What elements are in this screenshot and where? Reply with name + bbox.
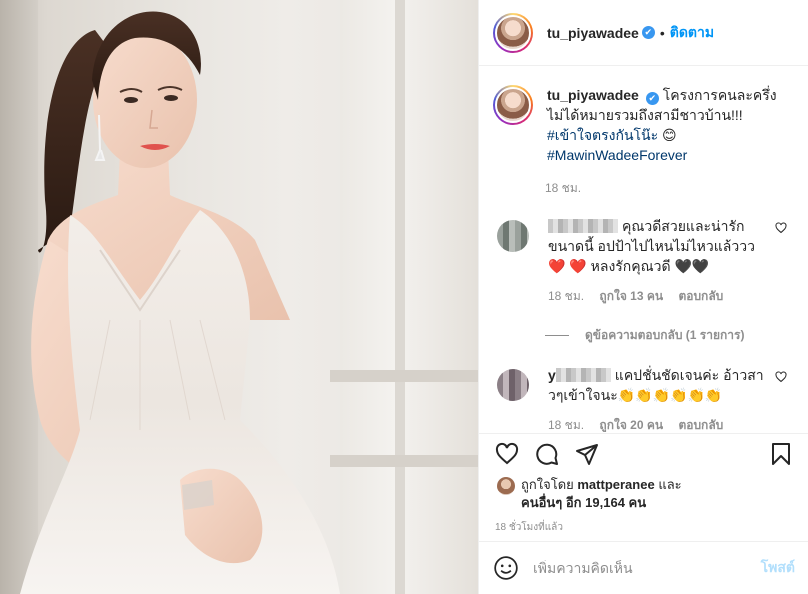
- comment-likes[interactable]: ถูกใจ 13 คน: [599, 289, 663, 303]
- post-actions: ถูกใจโดย mattperanee และ คนอื่นๆ อีก 19,…: [479, 433, 808, 535]
- separator-dot: •: [659, 24, 665, 41]
- emoji-icon[interactable]: [493, 555, 519, 581]
- blurred-username[interactable]: [555, 368, 611, 382]
- comment-icon[interactable]: [535, 442, 559, 466]
- caption-author-avatar[interactable]: [493, 85, 533, 125]
- post-header: tu_piyawadee ✔ • ติดตาม: [479, 0, 808, 66]
- post-timestamp[interactable]: 18 ชั่วโมงที่แล้ว: [495, 520, 793, 535]
- comment-input[interactable]: [533, 560, 761, 576]
- liker-username[interactable]: mattperanee: [577, 477, 654, 492]
- reply-button[interactable]: ตอบกลับ: [678, 289, 723, 303]
- post-photo[interactable]: [0, 0, 478, 594]
- woman-in-white-gown-illustration: [20, 11, 340, 594]
- caption-username[interactable]: tu_piyawadee: [547, 87, 639, 103]
- caption-timestamp[interactable]: 18 ชม.: [545, 179, 808, 198]
- commenter-avatar-blurred[interactable]: [497, 369, 529, 401]
- comments-list[interactable]: tu_piyawadee ✔ โครงการคนละครึ่ง ไม่ได้หมา…: [479, 67, 808, 432]
- share-icon[interactable]: [575, 442, 599, 466]
- likes-summary: ถูกใจโดย mattperanee และ คนอื่นๆ อีก 19,…: [495, 476, 793, 512]
- post-side-panel: tu_piyawadee ✔ • ติดตาม tu_piyawadee ✔ โค…: [478, 0, 808, 594]
- comment-time[interactable]: 18 ชม.: [548, 289, 584, 303]
- instagram-post-window: tu_piyawadee ✔ • ติดตาม tu_piyawadee ✔ โค…: [0, 0, 808, 594]
- follow-button[interactable]: ติดตาม: [670, 22, 714, 44]
- add-comment-bar: โพสต์: [479, 541, 808, 594]
- heart-icon[interactable]: [495, 442, 519, 466]
- caption-text: tu_piyawadee ✔ โครงการคนละครึ่ง ไม่ได้หมา…: [547, 85, 777, 165]
- comment-like-heart-icon[interactable]: [775, 371, 787, 383]
- verified-badge-icon: ✔: [641, 26, 655, 39]
- commenter-avatar-blurred[interactable]: [497, 220, 529, 252]
- hashtag-link[interactable]: #เข้าใจตรงกันโน๊ะ: [547, 127, 658, 143]
- replies-divider-line: [545, 335, 569, 336]
- liker-avatar[interactable]: [497, 477, 515, 495]
- reply-button[interactable]: ตอบกลับ: [678, 418, 723, 432]
- post-comment-button[interactable]: โพสต์: [761, 557, 795, 579]
- comment-meta: 18 ชม. ถูกใจ 13 คน ตอบกลับ: [548, 286, 770, 306]
- comment-item: คุณวดีสวยและน่ารักขนาดนี้ อปป้าไปไหนไม่ไ…: [479, 216, 808, 306]
- comment-meta: 18 ชม. ถูกใจ 20 คน ตอบกลับ: [548, 415, 770, 432]
- others-likes-link[interactable]: คนอื่นๆ อีก 19,164 คน: [521, 495, 646, 510]
- blurred-username[interactable]: [548, 219, 618, 233]
- comment-time[interactable]: 18 ชม.: [548, 418, 584, 432]
- hashtag-link[interactable]: #MawinWadeeForever: [547, 147, 687, 163]
- post-caption: tu_piyawadee ✔ โครงการคนละครึ่ง ไม่ได้หมา…: [479, 67, 808, 165]
- clap-emojis: 👏👏👏👏👏👏: [617, 387, 723, 403]
- action-bar: [495, 434, 793, 474]
- comment-likes[interactable]: ถูกใจ 20 คน: [599, 418, 663, 432]
- comment-like-heart-icon[interactable]: [775, 222, 787, 234]
- author-avatar[interactable]: [493, 12, 533, 53]
- comment-text: คุณวดีสวยและน่ารักขนาดนี้ อปป้าไปไหนไม่ไ…: [548, 218, 755, 254]
- smile-emoji: 😊: [662, 127, 677, 143]
- verified-badge-icon: ✔: [645, 92, 659, 105]
- comment-text-line2: ❤️ ❤️ หลงรักคุณวดี 🖤🖤: [548, 258, 710, 274]
- comment-text: y แคปชั่นชัดเจนค่ะ อ้าวสาวๆเข้าใจนะ👏👏👏👏👏👏: [548, 367, 764, 403]
- comment-item: y แคปชั่นชัดเจนค่ะ อ้าวสาวๆเข้าใจนะ👏👏👏👏👏👏…: [479, 365, 808, 432]
- view-replies-button[interactable]: ดูข้อความตอบกลับ (1 รายการ): [545, 326, 808, 345]
- author-username[interactable]: tu_piyawadee: [547, 25, 639, 41]
- bookmark-icon[interactable]: [769, 442, 793, 466]
